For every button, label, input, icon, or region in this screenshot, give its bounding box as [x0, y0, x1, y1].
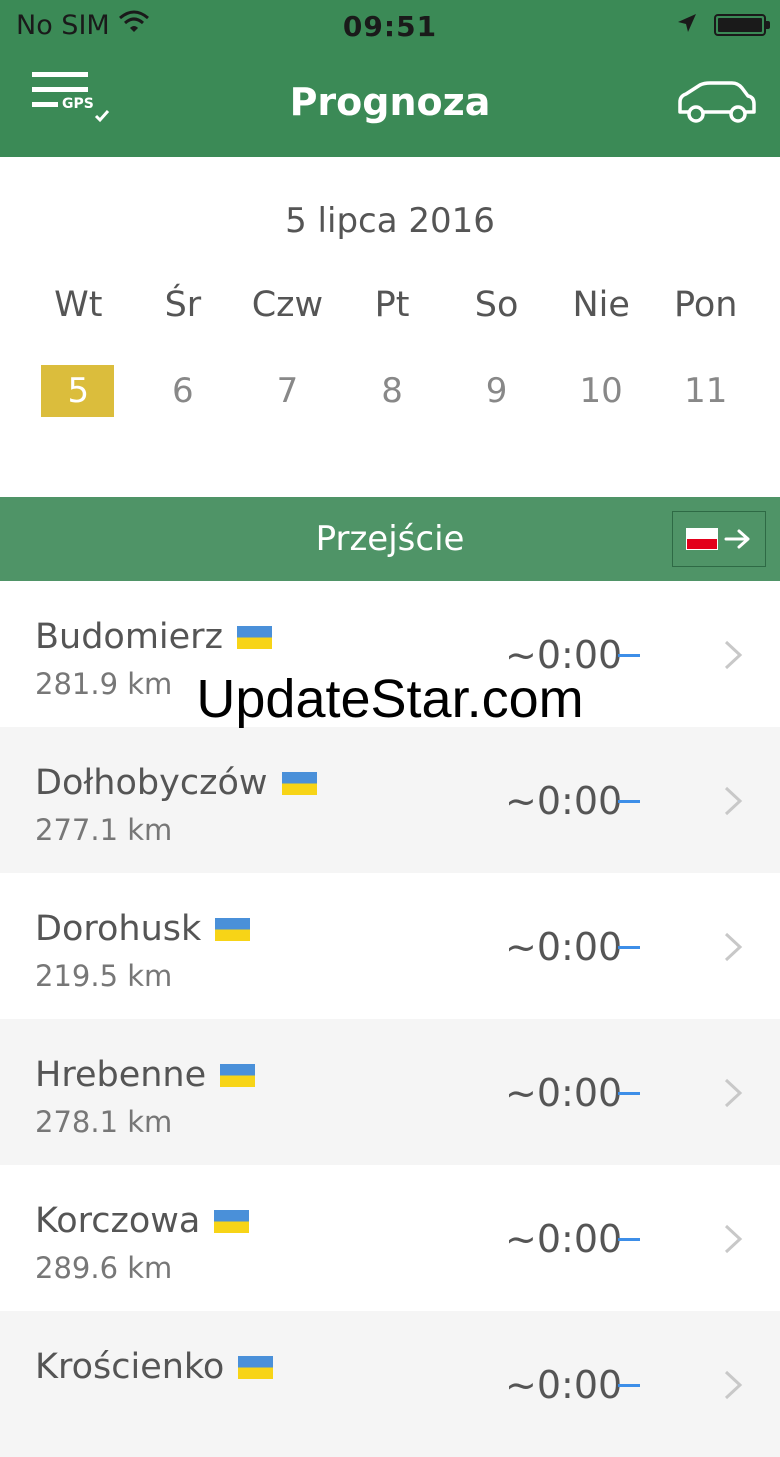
ukraine-flag-icon [214, 1209, 250, 1233]
trend-dash-icon [618, 946, 640, 949]
chevron-right-icon [724, 1224, 743, 1254]
weekday-label: Pt [374, 285, 410, 325]
wait-time: ~0:00 [505, 1071, 623, 1115]
ukraine-flag-icon [281, 771, 317, 795]
day-selected[interactable]: 5 [26, 365, 131, 417]
page-title: Prognoza [289, 80, 491, 124]
chevron-right-icon [724, 640, 743, 670]
day-cell[interactable]: 9 [444, 365, 549, 417]
weekday-label: Nie [572, 285, 630, 325]
crossing-name: Dołhobyczów [35, 763, 268, 803]
direction-toggle-button[interactable] [672, 511, 766, 567]
nav-bar: GPS Prognoza [0, 52, 780, 157]
location-arrow-icon [676, 12, 698, 38]
ukraine-flag-icon [220, 1063, 256, 1087]
weekday-label: Śr [164, 285, 202, 325]
weekday-label: Pon [674, 285, 738, 325]
chevron-right-icon [724, 786, 743, 816]
crossing-name: Budomierz [35, 617, 223, 657]
section-title: Przejście [315, 519, 465, 559]
poland-flag-icon [686, 528, 718, 550]
ukraine-flag-icon [236, 625, 272, 649]
crossing-name: Krościenko [35, 1347, 225, 1387]
day-row: 5 6 7 8 9 10 11 [26, 365, 758, 417]
chevron-right-icon [724, 932, 743, 962]
crossing-distance: 219.5 km [35, 959, 173, 993]
section-header: Przejście [0, 497, 780, 581]
car-button[interactable] [676, 80, 758, 126]
status-bar: No SIM 09:51 [0, 0, 780, 52]
list-item[interactable]: Hrebenne 278.1 km ~0:00 [0, 1019, 780, 1165]
arrow-right-icon [724, 529, 750, 549]
header: No SIM 09:51 GPS Prognoza [0, 0, 780, 157]
weekday-row: Wt Śr Czw Pt So Nie Pon [26, 285, 758, 325]
crossing-distance: 277.1 km [35, 813, 173, 847]
car-icon [678, 81, 756, 123]
crossing-name: Korczowa [35, 1201, 201, 1241]
weekday-label: Czw [251, 285, 324, 325]
day-cell[interactable]: 10 [549, 365, 654, 417]
day-cell[interactable]: 11 [653, 365, 758, 417]
day-cell[interactable]: 8 [340, 365, 445, 417]
wait-time: ~0:00 [505, 1363, 623, 1407]
list-item[interactable]: Krościenko ~0:00 [0, 1311, 780, 1457]
chevron-right-icon [724, 1078, 743, 1108]
wait-time: ~0:00 [505, 1217, 623, 1261]
wait-time: ~0:00 [505, 779, 623, 823]
day-cell[interactable]: 7 [235, 365, 340, 417]
calendar-date: 5 lipca 2016 [285, 201, 495, 241]
calendar: 5 lipca 2016 Wt Śr Czw Pt So Nie Pon 5 6… [0, 157, 780, 497]
weekday-label: Wt [54, 285, 103, 325]
battery-icon [714, 14, 770, 36]
trend-dash-icon [618, 654, 640, 657]
trend-dash-icon [618, 1238, 640, 1241]
ukraine-flag-icon [215, 917, 251, 941]
day-cell[interactable]: 6 [131, 365, 236, 417]
ukraine-flag-icon [238, 1355, 274, 1379]
weekday-label: So [474, 285, 519, 325]
day-number: 5 [67, 371, 90, 411]
crossing-name: Hrebenne [35, 1055, 207, 1095]
list-item[interactable]: Korczowa 289.6 km ~0:00 [0, 1165, 780, 1311]
list-item[interactable]: Dorohusk 219.5 km ~0:00 [0, 873, 780, 1019]
crossing-distance: 278.1 km [35, 1105, 173, 1139]
crossing-name: Dorohusk [35, 909, 202, 949]
chevron-right-icon [724, 1370, 743, 1400]
trend-dash-icon [618, 1092, 640, 1095]
crossing-distance: 289.6 km [35, 1251, 173, 1285]
trend-dash-icon [618, 800, 640, 803]
watermark: UpdateStar.com [196, 669, 584, 729]
list-item[interactable]: Dołhobyczów 277.1 km ~0:00 [0, 727, 780, 873]
wait-time: ~0:00 [505, 925, 623, 969]
status-time: 09:51 [342, 10, 438, 43]
